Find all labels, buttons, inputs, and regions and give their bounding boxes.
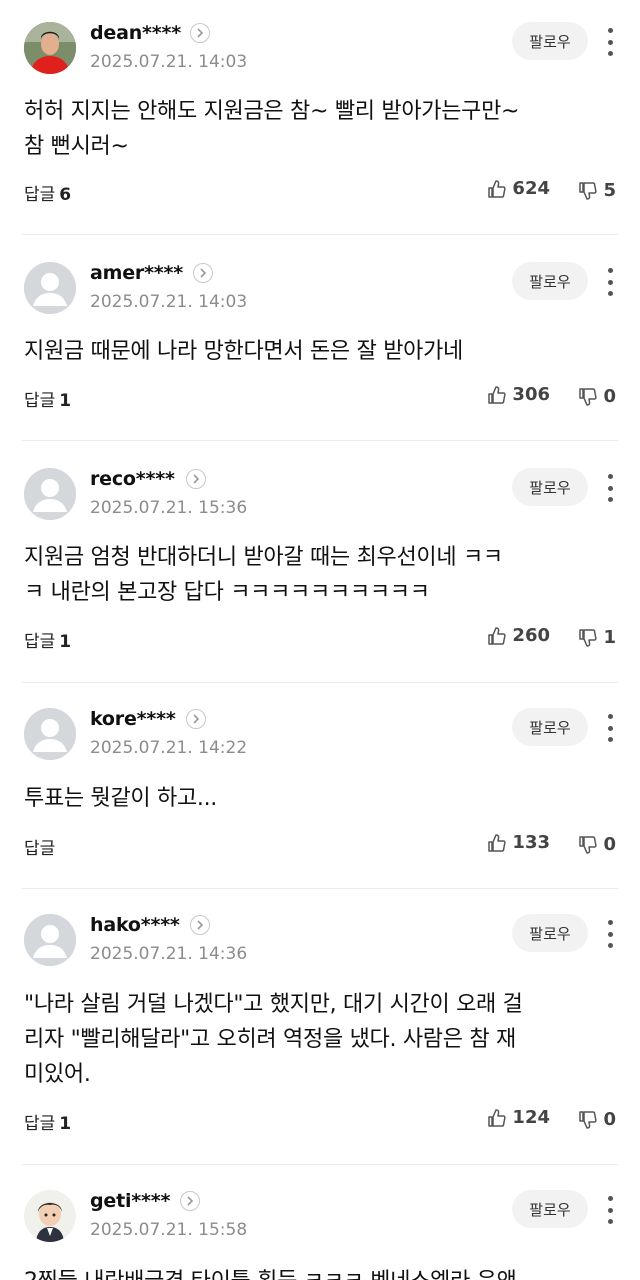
thumbs-up-icon: [488, 1108, 507, 1127]
dislike-count: 5: [603, 180, 616, 201]
thumbs-down-icon: [579, 628, 598, 647]
timestamp: 2025.07.21. 14:03: [90, 292, 248, 312]
thumbs-up-icon: [488, 179, 507, 198]
reply-count: 1: [59, 1114, 72, 1134]
reply-count: 1: [59, 632, 72, 652]
divider: [22, 440, 618, 441]
more-options-icon[interactable]: [602, 268, 618, 296]
chevron-right-icon[interactable]: [186, 469, 206, 489]
avatar[interactable]: [24, 1190, 76, 1242]
comment-text: 허허 지지는 안해도 지원금은 참~ 빨리 받아가는구만~ 참 뻔시러~: [24, 99, 520, 159]
divider: [22, 234, 618, 235]
like-count: 124: [512, 1107, 550, 1128]
comment-text: 지원금 때문에 나라 망한다면서 돈은 잘 받아가네: [24, 339, 463, 364]
more-options-icon[interactable]: [602, 28, 618, 56]
like-button[interactable]: 306: [487, 384, 550, 405]
like-count: 133: [512, 832, 550, 853]
like-count: 260: [512, 625, 550, 646]
chevron-right-icon[interactable]: [186, 709, 206, 729]
reply-label: 답글: [24, 1114, 56, 1134]
username[interactable]: hako****: [90, 914, 180, 936]
follow-button[interactable]: 팔로우: [512, 22, 588, 60]
dislike-button[interactable]: 0: [578, 386, 616, 407]
thumbs-up-icon: [488, 833, 507, 852]
default-user-icon[interactable]: [24, 262, 76, 314]
reply-button[interactable]: 답글 1: [24, 627, 71, 652]
divider: [22, 682, 618, 683]
dislike-button[interactable]: 0: [578, 834, 616, 855]
dislike-button[interactable]: 1: [578, 627, 616, 648]
follow-button[interactable]: 팔로우: [512, 708, 588, 746]
thumbs-down-icon: [579, 1110, 598, 1129]
divider: [22, 1164, 618, 1165]
username[interactable]: geti****: [90, 1190, 170, 1212]
follow-button[interactable]: 팔로우: [512, 1190, 588, 1228]
reply-button[interactable]: 답글 1: [24, 1109, 71, 1134]
follow-button[interactable]: 팔로우: [512, 914, 588, 952]
like-button[interactable]: 624: [487, 178, 550, 199]
avatar[interactable]: [24, 22, 76, 74]
username[interactable]: amer****: [90, 262, 183, 284]
dislike-count: 1: [603, 627, 616, 648]
username[interactable]: reco****: [90, 468, 175, 490]
thumbs-down-icon: [579, 835, 598, 854]
default-user-icon[interactable]: [24, 708, 76, 760]
thumbs-up-icon: [488, 626, 507, 645]
like-button[interactable]: 260: [487, 625, 550, 646]
reply-label: 답글: [24, 391, 56, 411]
thumbs-down-icon: [579, 387, 598, 406]
thumbs-down-icon: [579, 181, 598, 200]
reply-button[interactable]: 답글 6: [24, 180, 71, 205]
follow-button[interactable]: 팔로우: [512, 262, 588, 300]
timestamp: 2025.07.21. 14:03: [90, 52, 248, 72]
chevron-right-icon[interactable]: [180, 1191, 200, 1211]
timestamp: 2025.07.21. 14:22: [90, 738, 248, 758]
reply-label: 답글: [24, 839, 56, 859]
like-count: 624: [512, 178, 550, 199]
chevron-right-icon[interactable]: [193, 263, 213, 283]
default-user-icon[interactable]: [24, 914, 76, 966]
reply-label: 답글: [24, 632, 56, 652]
more-options-icon[interactable]: [602, 1196, 618, 1224]
reply-label: 답글: [24, 185, 56, 205]
like-count: 306: [512, 384, 550, 405]
thumbs-up-icon: [488, 385, 507, 404]
more-options-icon[interactable]: [602, 714, 618, 742]
reply-count: 6: [59, 185, 72, 205]
dislike-count: 0: [603, 386, 616, 407]
username[interactable]: dean****: [90, 22, 181, 44]
more-options-icon[interactable]: [602, 474, 618, 502]
comment-text: 지원금 엄청 반대하더니 받아갈 때는 최우선이네 ㅋㅋ ㅋ 내란의 본고장 답…: [24, 545, 503, 605]
divider: [22, 888, 618, 889]
like-button[interactable]: 124: [487, 1107, 550, 1128]
follow-button[interactable]: 팔로우: [512, 468, 588, 506]
timestamp: 2025.07.21. 15:58: [90, 1220, 248, 1240]
comment-text: "나라 살림 거덜 나겠다"고 했지만, 대기 시간이 오래 걸 리자 "빨리해…: [24, 992, 523, 1087]
chevron-right-icon[interactable]: [190, 915, 210, 935]
dislike-count: 0: [603, 834, 616, 855]
username[interactable]: kore****: [90, 708, 176, 730]
comment-text: 2찍들 내란배급경 타이틀 획득 ㅋㅋㅋ 벤네스엘라 은앤: [24, 1264, 600, 1280]
comment-feed: dean**** 2025.07.21. 14:03 팔로우 허허 지지는 안해…: [0, 0, 640, 1280]
timestamp: 2025.07.21. 14:36: [90, 944, 248, 964]
more-options-icon[interactable]: [602, 920, 618, 948]
timestamp: 2025.07.21. 15:36: [90, 498, 248, 518]
dislike-button[interactable]: 5: [578, 180, 616, 201]
reply-count: 1: [59, 391, 72, 411]
default-user-icon[interactable]: [24, 468, 76, 520]
dislike-count: 0: [603, 1109, 616, 1130]
reply-button[interactable]: 답글 1: [24, 386, 71, 411]
like-button[interactable]: 133: [487, 832, 550, 853]
comment-text: 투표는 뭣같이 하고...: [24, 786, 217, 811]
chevron-right-icon[interactable]: [190, 23, 210, 43]
dislike-button[interactable]: 0: [578, 1109, 616, 1130]
reply-button[interactable]: 답글: [24, 834, 59, 859]
